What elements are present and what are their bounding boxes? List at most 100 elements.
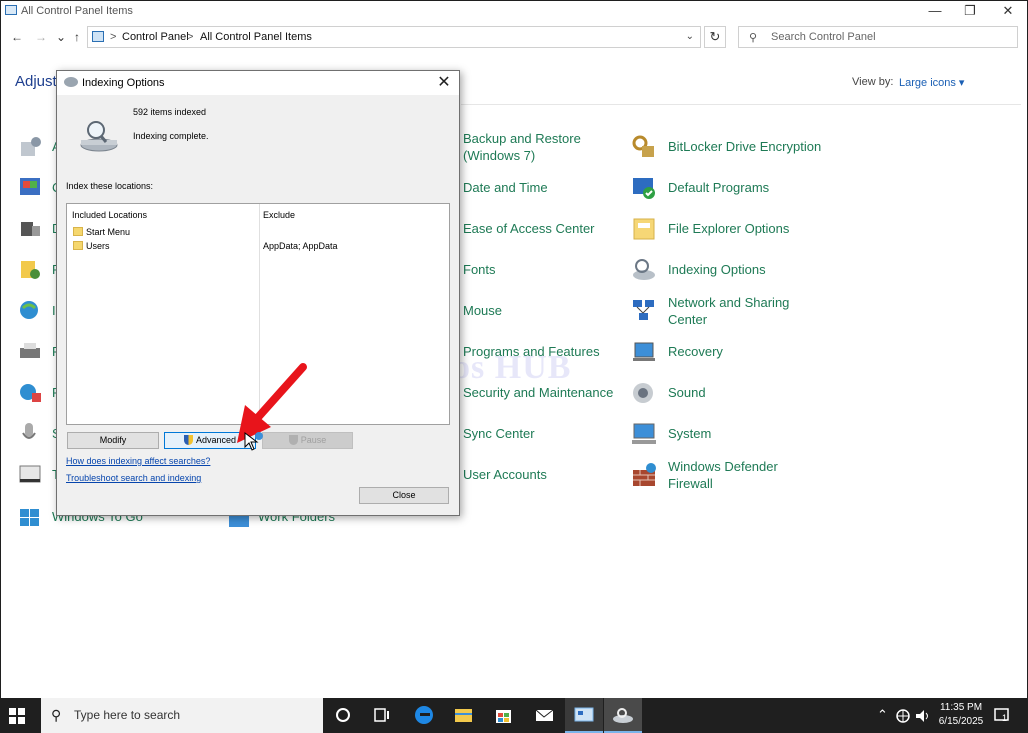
printer-icon xyxy=(20,343,40,358)
default-programs-icon xyxy=(633,178,655,199)
search-icon: ⚲ xyxy=(749,32,758,44)
taskbar-indexing-button[interactable] xyxy=(604,698,642,733)
cp-item-ease-of-access[interactable]: Ease of Access Center xyxy=(463,220,595,237)
modify-button[interactable]: Modify xyxy=(67,432,159,449)
taskbar-navigation-icon xyxy=(19,465,41,483)
chevron-down-icon[interactable]: ⌄ xyxy=(686,31,694,42)
how-indexing-affects-link[interactable]: How does indexing affect searches? xyxy=(66,456,210,466)
windows-to-go-icon xyxy=(20,509,39,526)
troubleshoot-link[interactable]: Troubleshoot search and indexing xyxy=(66,473,201,483)
address-bar[interactable]: > Control Panel > All Control Panel Item… xyxy=(87,26,701,48)
forward-button[interactable]: → xyxy=(33,29,49,45)
up-button[interactable]: ↑ xyxy=(69,29,85,45)
cp-item-backup-restore[interactable]: Backup and Restore (Windows 7) xyxy=(463,130,623,164)
cp-item-recovery[interactable]: Recovery xyxy=(631,339,723,361)
recovery-icon xyxy=(633,342,655,361)
mouse-cursor-icon xyxy=(244,432,263,451)
network-sharing-icon xyxy=(633,300,654,320)
cp-item-partial[interactable]: A xyxy=(18,134,61,156)
indexing-status: Indexing complete. xyxy=(133,131,209,141)
recent-locations-button[interactable]: ⌄ xyxy=(53,29,69,45)
notification-center-button[interactable]: 1 xyxy=(993,706,1011,724)
window-titlebar: All Control Panel Items — ❐ ✕ xyxy=(1,1,1027,23)
bitlocker-icon xyxy=(632,135,654,157)
cp-item-mouse[interactable]: Mouse xyxy=(463,302,502,319)
index-locations-label: Index these locations: xyxy=(66,181,154,191)
cp-item-partial[interactable]: R xyxy=(18,380,61,402)
cp-item-sound[interactable]: Sound xyxy=(631,380,706,403)
cp-item-partial[interactable]: S xyxy=(18,421,61,442)
cp-item-partial[interactable]: D xyxy=(18,216,61,237)
indexing-icon xyxy=(64,77,78,87)
location-exclude: AppData; AppData xyxy=(263,241,338,251)
breadcrumb-all-items[interactable]: All Control Panel Items xyxy=(200,31,312,43)
windows-start-icon[interactable] xyxy=(7,706,27,726)
uac-shield-icon xyxy=(183,435,193,445)
cp-item-partial[interactable]: T xyxy=(18,462,60,483)
volume-icon[interactable] xyxy=(914,708,930,724)
refresh-button[interactable]: ↻ xyxy=(704,26,726,48)
view-by-dropdown[interactable]: Large icons ▾ xyxy=(899,76,964,89)
location-name: Start Menu xyxy=(86,227,131,237)
cortana-icon[interactable] xyxy=(332,704,354,726)
taskbar-search-input[interactable]: ⚲ Type here to search xyxy=(41,698,323,733)
taskbar: ⚲ Type here to search ⌃ 11:35 PM 6/15/20… xyxy=(1,698,1027,733)
breadcrumb-separator: > xyxy=(187,31,194,43)
taskbar-control-panel-button[interactable] xyxy=(565,698,603,733)
cp-item-default-programs[interactable]: Default Programs xyxy=(631,175,769,199)
notification-count: 1 xyxy=(1002,713,1008,723)
mail-icon[interactable] xyxy=(533,704,555,726)
store-icon[interactable] xyxy=(492,704,514,726)
clock-date: 6/15/2025 xyxy=(938,716,984,727)
cp-item-indexing-options[interactable]: Indexing Options xyxy=(631,257,766,280)
navigation-bar: ← → ⌄ ↑ > Control Panel > All Control Pa… xyxy=(1,23,1027,53)
task-view-icon[interactable] xyxy=(371,704,393,726)
dialog-title: Indexing Options xyxy=(82,77,165,89)
column-header-exclude: Exclude xyxy=(263,210,296,220)
indexing-options-icon xyxy=(613,708,633,723)
minimize-button[interactable]: — xyxy=(916,1,954,23)
dialog-close-button[interactable]: ✕ xyxy=(433,72,455,94)
internet-options-icon xyxy=(20,301,38,319)
network-icon[interactable] xyxy=(895,708,911,724)
cp-item-date-time[interactable]: Date and Time xyxy=(463,179,548,196)
table-row[interactable]: Start Menu xyxy=(71,226,441,239)
cp-item-bitlocker[interactable]: BitLocker Drive Encryption xyxy=(631,134,821,157)
file-history-icon xyxy=(21,261,40,279)
dialog-titlebar: Indexing Options ✕ xyxy=(57,71,459,95)
cp-item-system[interactable]: System xyxy=(631,421,711,444)
administrative-tools-icon xyxy=(21,137,41,156)
cp-item-partial[interactable]: I xyxy=(18,298,56,319)
file-explorer-icon[interactable] xyxy=(452,704,474,726)
cp-item-user-accounts[interactable]: User Accounts xyxy=(463,466,547,483)
breadcrumb-control-panel[interactable]: Control Panel xyxy=(122,31,189,43)
cp-item-file-explorer-options[interactable]: File Explorer Options xyxy=(631,216,789,240)
speech-recognition-icon xyxy=(22,423,36,439)
system-icon xyxy=(632,423,656,444)
back-button[interactable]: ← xyxy=(9,29,25,45)
cp-item-partial[interactable]: P xyxy=(18,339,61,360)
cp-item-network-sharing[interactable]: Network and Sharing Center xyxy=(631,294,801,328)
cp-item-fonts[interactable]: Fonts xyxy=(463,261,496,278)
search-placeholder: Search Control Panel xyxy=(771,31,876,43)
cp-item-partial[interactable]: C xyxy=(18,175,61,196)
divider xyxy=(461,104,1021,105)
table-row[interactable]: Users AppData; AppData xyxy=(71,240,441,253)
control-panel-icon xyxy=(574,707,594,722)
color-management-icon xyxy=(20,178,40,195)
restore-button[interactable]: ❐ xyxy=(951,1,989,23)
view-by-label: View by: xyxy=(852,76,894,88)
search-input[interactable]: ⚲ Search Control Panel xyxy=(738,26,1018,48)
system-clock[interactable]: 11:35 PM 6/15/2025 xyxy=(937,701,985,729)
cp-item-firewall[interactable]: Windows Defender Firewall xyxy=(631,458,801,492)
close-button[interactable]: Close xyxy=(359,487,449,504)
cp-item-sync-center[interactable]: Sync Center xyxy=(463,425,535,442)
cp-item-partial[interactable]: F xyxy=(18,257,60,279)
items-indexed-count: 592 items indexed xyxy=(133,107,207,117)
location-name: Users xyxy=(86,241,110,251)
close-window-button[interactable]: ✕ xyxy=(989,1,1027,23)
search-icon: ⚲ xyxy=(51,707,62,723)
edge-icon[interactable] xyxy=(413,704,435,726)
tray-overflow-icon[interactable]: ⌃ xyxy=(877,707,888,723)
device-manager-icon xyxy=(21,222,40,236)
